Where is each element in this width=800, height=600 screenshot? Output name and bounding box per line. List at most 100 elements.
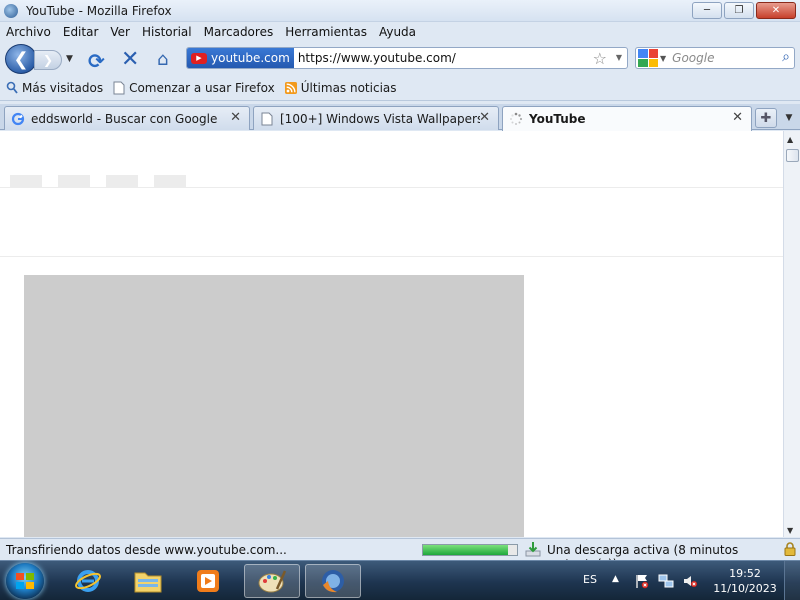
bookmark-label: Más visitados [22,81,104,95]
close-button[interactable]: ✕ [756,2,796,19]
taskbar-paint[interactable] [244,564,300,598]
google-search-engine-icon[interactable] [638,49,658,67]
menu-archivo[interactable]: Archivo [6,25,51,39]
menu-ayuda[interactable]: Ayuda [379,25,416,39]
divider [0,256,783,257]
start-button[interactable] [6,563,44,599]
plus-icon: ✚ [760,110,772,126]
show-hidden-icons-icon[interactable]: ▲ [612,574,619,584]
site-identity-button[interactable]: ▶ youtube.com [187,48,294,68]
maximize-button[interactable]: ❐ [724,2,754,19]
bookmark-comenzar[interactable]: Comenzar a usar Firefox [113,81,275,95]
network-icon[interactable] [658,573,674,589]
bookmark-label: Últimas noticias [300,81,397,95]
tab-close-icon[interactable]: ✕ [479,110,490,125]
windows-logo-icon [16,573,34,589]
language-indicator[interactable]: ES [583,573,597,586]
bookmark-mas-visitados[interactable]: Más visitados [6,81,103,95]
clock-date: 11/10/2023 [713,582,777,595]
explorer-folder-icon [134,572,162,593]
google-icon [11,112,25,125]
firefox-icon [4,3,18,18]
history-dropdown-icon[interactable]: ▼ [66,54,73,64]
menu-herramientas[interactable]: Herramientas [285,25,367,39]
smart-bookmark-icon [6,81,18,94]
taskbar-internet-explorer[interactable] [62,564,114,598]
download-progress-bar [422,544,518,556]
bookmark-ultimas-noticias[interactable]: Últimas noticias [284,81,397,95]
back-button[interactable]: ❮ [5,44,37,74]
status-bar: Transfiriendo datos desde www.youtube.co… [0,538,800,571]
internet-explorer-icon [75,570,101,592]
page-icon [113,81,125,95]
progress-fill [423,545,508,555]
taskbar-media-player[interactable] [182,564,234,598]
bookmark-label: Comenzar a usar Firefox [129,81,275,95]
search-engine-dropdown-icon[interactable]: ▼ [660,54,666,63]
new-tab-button[interactable]: ✚ [755,108,777,128]
page-icon [261,112,273,125]
stop-icon[interactable]: ✕ [121,47,139,72]
minimize-button[interactable]: ─ [692,2,722,19]
menu-historial[interactable]: Historial [142,25,192,39]
forward-arrow-icon: ❯ [42,53,54,67]
tab-wallpapers[interactable]: [100+] Windows Vista Wallpapers | ... ✕ [253,106,499,130]
firefox-icon [322,570,344,593]
menu-ver[interactable]: Ver [110,25,130,39]
back-arrow-icon: ❮ [13,48,29,70]
bookmarks-toolbar: Más visitados Comenzar a usar Firefox Úl… [0,76,800,101]
taskbar-explorer[interactable] [122,564,174,598]
menu-editar[interactable]: Editar [63,25,99,39]
tab-close-icon[interactable]: ✕ [732,110,743,125]
url-dropdown-icon[interactable]: ▼ [616,53,622,62]
window-controls: ─ ❐ ✕ [692,2,796,19]
skeleton-placeholder [154,175,186,187]
skeleton-placeholder [106,175,138,187]
search-input[interactable]: Google [672,51,714,65]
tab-youtube[interactable]: YouTube ✕ [502,106,752,131]
page-content [0,131,783,537]
taskbar-firefox[interactable] [305,564,361,598]
divider [0,187,783,188]
loading-spinner-icon [510,112,523,125]
url-bar[interactable]: ▶ youtube.com https://www.youtube.com/ ☆… [186,47,628,69]
lock-icon[interactable] [784,542,796,556]
status-text: Transfiriendo datos desde www.youtube.co… [6,542,287,557]
vertical-scrollbar[interactable]: ▲ ▼ [783,131,800,537]
title-bar: YouTube - Mozilla Firefox ─ ❐ ✕ [0,0,800,22]
search-magnifier-icon[interactable]: ⌕ [782,49,790,65]
tab-close-icon[interactable]: ✕ [230,110,241,125]
youtube-favicon-icon: ▶ [191,52,207,64]
system-clock[interactable]: 19:52 11/10/2023 [712,566,778,596]
reload-icon[interactable]: ⟳ [88,49,105,73]
menu-marcadores[interactable]: Marcadores [204,25,274,39]
clock-time: 19:52 [729,567,761,580]
tab-label: [100+] Windows Vista Wallpapers | ... [280,111,480,126]
paint-icon [258,570,287,593]
action-center-flag-icon[interactable] [634,573,650,589]
menu-bar: Archivo Editar Ver Historial Marcadores … [0,22,800,42]
show-desktop-button[interactable] [784,561,800,600]
bookmark-star-icon[interactable]: ☆ [593,49,607,68]
download-icon[interactable] [525,541,541,557]
site-identity-label: youtube.com [211,51,290,65]
tab-bar: eddsworld - Buscar con Google ✕ [100+] W… [0,104,800,131]
scrollbar-thumb[interactable] [786,149,799,162]
volume-muted-icon[interactable] [682,573,698,589]
skeleton-placeholder [10,175,42,187]
url-input[interactable]: https://www.youtube.com/ [298,51,456,65]
rss-feed-icon [284,82,297,94]
skeleton-placeholder [58,175,90,187]
search-bar[interactable]: ▼ Google ⌕ [635,47,795,69]
tab-eddsworld[interactable]: eddsworld - Buscar con Google ✕ [4,106,250,130]
list-all-tabs-button[interactable]: ▼ [780,108,798,128]
home-icon[interactable]: ⌂ [157,49,168,70]
scroll-down-icon[interactable]: ▼ [787,526,793,535]
media-player-icon [197,570,219,592]
navigation-toolbar: ❮ ❯ ▼ ⟳ ✕ ⌂ ▶ youtube.com https://www.yo… [0,42,800,76]
window-title: YouTube - Mozilla Firefox [26,3,172,18]
tab-label: eddsworld - Buscar con Google [31,111,218,126]
tab-label: YouTube [529,112,586,126]
forward-button[interactable]: ❯ [34,50,62,70]
scroll-up-icon[interactable]: ▲ [787,135,793,144]
